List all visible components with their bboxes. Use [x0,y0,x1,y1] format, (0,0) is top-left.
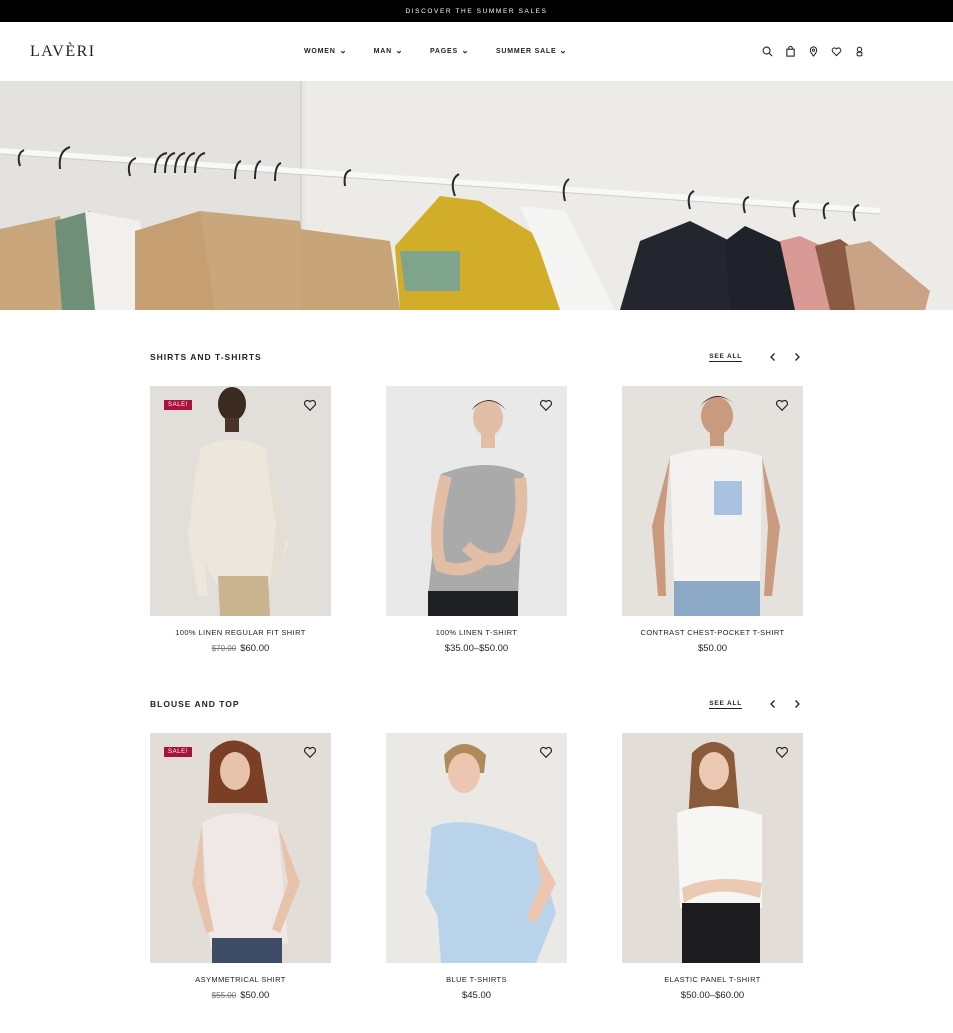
nav-man-label: MAN [373,48,392,55]
sale-badge: SALE! [164,400,193,410]
section-shirts: SHIRTS AND T-SHIRTS SEE ALL SALE! 100% L… [150,347,804,686]
user-icon[interactable] [853,46,865,58]
current-price: $60.00 [240,643,270,654]
hero-banner [0,81,953,310]
product-card[interactable]: 100% LINEN T-SHIRT $35.00–$50.00 [386,386,567,654]
chevron-down-icon [561,50,566,54]
wishlist-heart-icon[interactable] [303,745,317,759]
bag-icon[interactable] [784,46,796,58]
see-all-link[interactable]: SEE ALL [709,353,742,362]
current-price: $50.00 [697,643,728,654]
nav-women[interactable]: WOMEN [304,48,346,55]
section-controls: SEE ALL [709,697,804,711]
wishlist-heart-icon[interactable] [775,398,789,412]
product-image[interactable] [622,386,803,616]
product-grid: SALE! ASYMMETRICAL SHIRT $55.00 $50.00 BL… [150,733,804,1033]
current-price: $50.00–$60.00 [680,990,745,1001]
nav-man[interactable]: MAN [374,48,402,55]
nav-pages[interactable]: PAGES [430,48,468,55]
site-header: LAVÈRI WOMEN MAN PAGES SUMMER SALE [0,22,953,81]
current-price: $45.00 [461,990,492,1001]
location-icon[interactable] [807,46,819,58]
nav-summer-sale-label: SUMMER SALE [495,48,557,55]
sale-badge: SALE! [164,747,193,757]
product-image[interactable]: SALE! [150,386,331,616]
product-name[interactable]: 100% LINEN T-SHIRT [386,628,567,637]
see-all-link[interactable]: SEE ALL [709,700,742,709]
current-price: $35.00–$50.00 [444,643,509,654]
product-image[interactable]: SALE! [150,733,331,963]
announcement-text[interactable]: DISCOVER THE SUMMER SALES [405,8,547,15]
nav-summer-sale[interactable]: SUMMER SALE [496,48,567,55]
section-blouse: BLOUSE AND TOP SEE ALL SALE! ASYMMETRICA… [150,694,804,1033]
old-price: $70.00 [211,644,237,653]
product-image[interactable] [622,733,803,963]
section-title: BLOUSE AND TOP [150,699,240,709]
product-name[interactable]: ELASTIC PANEL T-SHIRT [622,975,803,984]
section-controls: SEE ALL [709,350,804,364]
product-name[interactable]: BLUE T-SHIRTS [386,975,567,984]
chevron-down-icon [396,50,402,54]
main-nav: WOMEN MAN PAGES SUMMER SALE [304,22,594,81]
prev-arrow-icon[interactable] [766,350,780,364]
search-icon[interactable] [761,46,773,58]
section-header: BLOUSE AND TOP SEE ALL [150,694,804,714]
product-name[interactable]: ASYMMETRICAL SHIRT [150,975,331,984]
product-grid: SALE! 100% LINEN REGULAR FIT SHIRT $70.0… [150,386,804,686]
product-card[interactable]: SALE! ASYMMETRICAL SHIRT $55.00 $50.00 [150,733,331,1001]
product-price: $50.00–$60.00 [622,990,803,1001]
next-arrow-icon[interactable] [790,350,804,364]
product-name[interactable]: CONTRAST CHEST-POCKET T-SHIRT [622,628,803,637]
header-icons [750,22,865,81]
wishlist-heart-icon[interactable] [539,745,553,759]
nav-pages-label: PAGES [429,48,458,55]
product-price: $55.00 $50.00 [150,990,331,1001]
announcement-bar: DISCOVER THE SUMMER SALES [0,0,953,22]
product-price: $35.00–$50.00 [386,643,567,654]
wishlist-heart-icon[interactable] [775,745,789,759]
product-image[interactable] [386,733,567,963]
section-header: SHIRTS AND T-SHIRTS SEE ALL [150,347,804,367]
current-price: $50.00 [240,990,270,1001]
product-price: $45.00 [386,990,567,1001]
wishlist-heart-icon[interactable] [539,398,553,412]
product-card[interactable]: CONTRAST CHEST-POCKET T-SHIRT $50.00 [622,386,803,654]
product-card[interactable]: BLUE T-SHIRTS $45.00 [386,733,567,1001]
section-title: SHIRTS AND T-SHIRTS [150,352,262,362]
chevron-down-icon [340,50,345,54]
product-image[interactable] [386,386,567,616]
nav-women-label: WOMEN [304,48,336,55]
wishlist-heart-icon[interactable] [303,398,317,412]
old-price: $55.00 [211,991,237,1000]
product-card[interactable]: SALE! 100% LINEN REGULAR FIT SHIRT $70.0… [150,386,331,654]
chevron-down-icon [462,50,468,54]
prev-arrow-icon[interactable] [766,697,780,711]
heart-icon[interactable] [830,46,842,58]
product-name[interactable]: 100% LINEN REGULAR FIT SHIRT [150,628,331,637]
logo[interactable]: LAVÈRI [30,43,96,61]
next-arrow-icon[interactable] [790,697,804,711]
product-price: $70.00 $60.00 [150,643,331,654]
product-price: $50.00 [622,643,803,654]
product-card[interactable]: ELASTIC PANEL T-SHIRT $50.00–$60.00 [622,733,803,1001]
clothing-rack-image [0,81,953,310]
